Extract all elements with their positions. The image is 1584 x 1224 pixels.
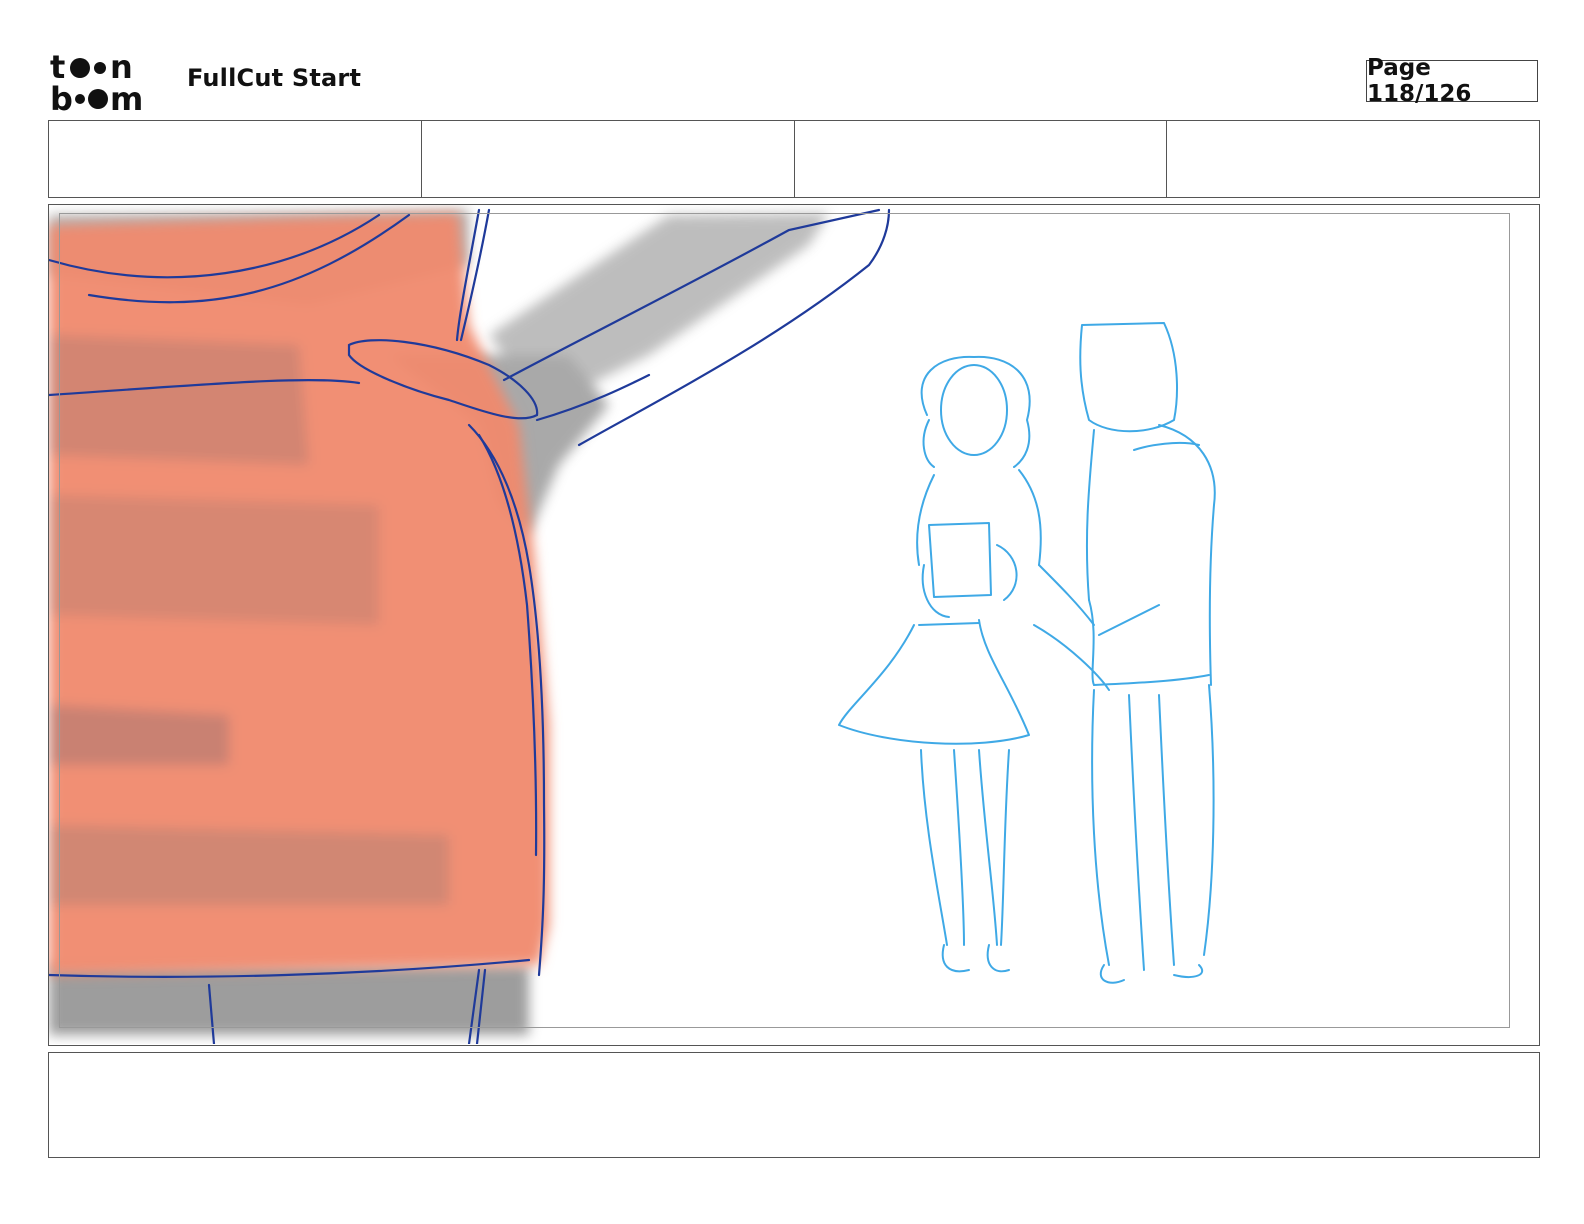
background-couple-sketch (838, 322, 1216, 984)
toonboom-logo: t n b m (50, 50, 143, 114)
info-cell[interactable] (422, 121, 795, 197)
info-cell[interactable] (1167, 121, 1539, 197)
caption-box[interactable] (48, 1052, 1540, 1158)
project-title: FullCut Start (187, 64, 362, 92)
foreground-body-fill (49, 213, 549, 975)
info-cell[interactable] (49, 121, 422, 197)
storyboard-panel[interactable] (48, 204, 1540, 1046)
info-cell[interactable] (795, 121, 1168, 197)
svg-text:b: b (50, 80, 73, 114)
page-indicator: Page 118/126 (1366, 55, 1538, 107)
panel-info-row (48, 120, 1540, 198)
svg-text:m: m (110, 80, 143, 114)
panel-sketch-image (49, 208, 1216, 1044)
